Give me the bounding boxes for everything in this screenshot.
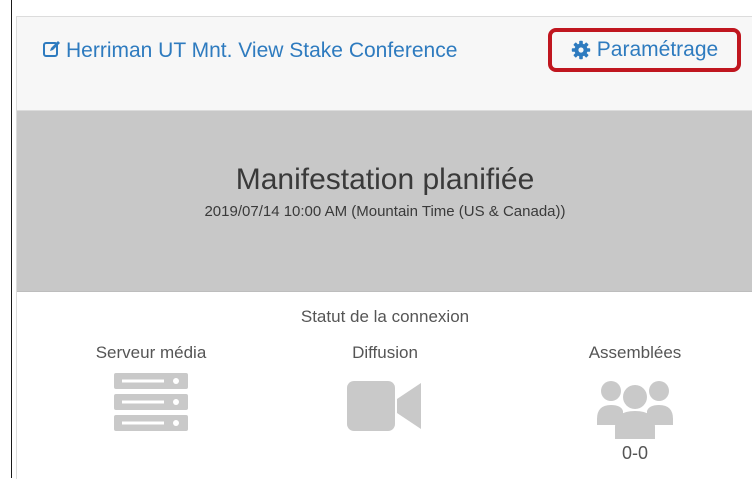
panel-header: Herriman UT Mnt. View Stake Conference P… <box>17 17 752 111</box>
users-icon <box>535 373 735 439</box>
event-title-link[interactable]: Herriman UT Mnt. View Stake Conference <box>42 37 462 67</box>
media-server-label: Serveur média <box>95 343 207 362</box>
assemblies-label: Assemblées <box>588 343 682 362</box>
broadcast-indicator: Diffusion <box>285 343 485 431</box>
status-datetime: 2019/07/14 10:00 AM (Mountain Time (US &… <box>204 203 566 220</box>
assemblies-count: 0-0 <box>621 443 648 463</box>
video-camera-icon <box>285 381 485 431</box>
status-title: Manifestation planifiée <box>235 163 535 196</box>
event-title-text: Herriman UT Mnt. View Stake Conference <box>66 39 458 62</box>
status-banner: Manifestation planifiée 2019/07/14 10:00… <box>17 111 752 292</box>
window-edge <box>11 0 12 478</box>
connection-status-heading: Statut de la connexion <box>300 307 470 326</box>
settings-label: Paramétrage <box>596 38 719 61</box>
screenshot-frame: Herriman UT Mnt. View Stake Conference P… <box>0 0 752 479</box>
gear-icon <box>571 40 591 60</box>
settings-button[interactable]: Paramétrage <box>548 28 741 72</box>
assemblies-indicator: Assemblées 0-0 <box>535 343 735 464</box>
edit-icon <box>42 39 62 67</box>
broadcast-label: Diffusion <box>352 343 418 362</box>
media-server-indicator: Serveur média <box>51 343 251 431</box>
event-panel: Herriman UT Mnt. View Stake Conference P… <box>16 16 752 479</box>
server-icon <box>51 373 251 431</box>
